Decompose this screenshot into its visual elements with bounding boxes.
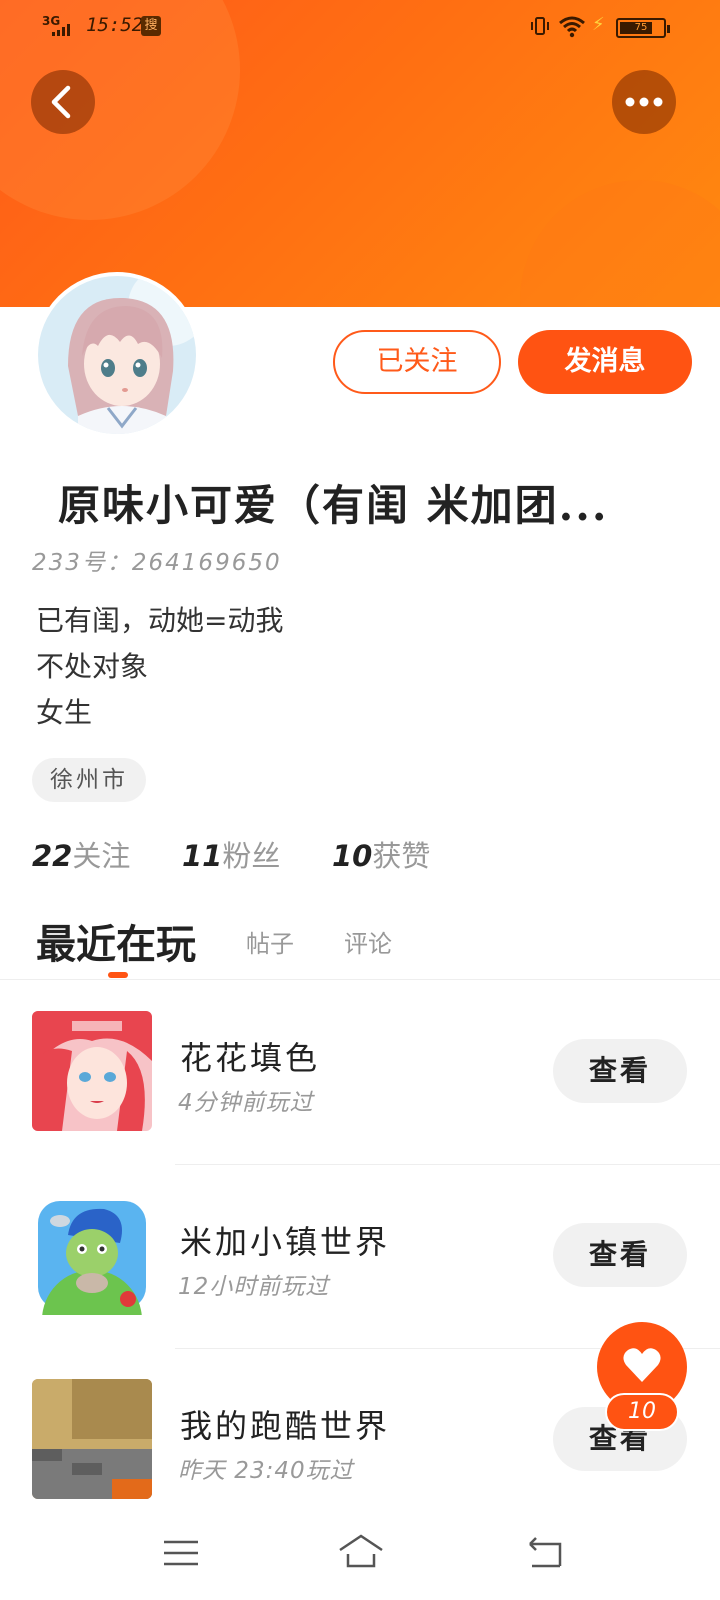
bio-line: 已有闺，动她=动我	[36, 604, 284, 637]
active-tab-indicator	[108, 972, 128, 978]
likes-label: 获赞	[372, 839, 431, 873]
heart-icon	[623, 1348, 661, 1382]
game-title: 米加小镇世界	[180, 1223, 391, 1261]
avatar-image	[38, 276, 196, 434]
last-played: 12小时前玩过	[178, 1274, 330, 1300]
following-stat[interactable]: 22关注	[32, 833, 130, 875]
parkour-world-thumbnail	[32, 1379, 152, 1499]
back-nav-icon[interactable]	[520, 1530, 570, 1576]
coloring-game-thumbnail	[32, 1011, 152, 1131]
more-button[interactable]	[612, 70, 676, 134]
like-count-badge: 10	[605, 1393, 679, 1431]
list-item[interactable]: 花花填色 4分钟前玩过 查看	[0, 981, 720, 1165]
clock: 15:52	[86, 14, 144, 36]
back-button[interactable]	[31, 70, 95, 134]
system-nav-bar	[0, 1510, 720, 1600]
followers-label: 粉丝	[222, 839, 281, 873]
signal-icon	[52, 24, 70, 36]
game-title: 我的跑酷世界	[180, 1407, 391, 1445]
view-button[interactable]: 查看	[553, 1223, 687, 1287]
battery-level: 75	[634, 22, 648, 33]
bio-line: 女生	[36, 696, 93, 729]
followers-stat[interactable]: 11粉丝	[182, 833, 280, 875]
avatar[interactable]	[34, 272, 200, 438]
following-count: 22	[32, 839, 73, 873]
game-title: 花花填色	[180, 1039, 321, 1077]
followed-button[interactable]: 已关注	[333, 330, 501, 394]
tab-posts[interactable]: 帖子	[246, 924, 294, 959]
location-tag: 徐州市	[32, 758, 146, 802]
bio-line: 不处对象	[36, 650, 149, 683]
tab-comments[interactable]: 评论	[344, 924, 392, 959]
likes-stat[interactable]: 10获赞	[332, 833, 430, 875]
send-message-button[interactable]: 发消息	[518, 330, 692, 394]
profile-stats: 22关注 11粉丝 10获赞	[32, 833, 672, 873]
likes-count: 10	[332, 839, 373, 873]
tab-recently-played[interactable]: 最近在玩	[36, 912, 196, 970]
profile-bio: 已有闺，动她=动我 不处对象 女生	[36, 598, 636, 736]
charging-icon: ⚡	[592, 14, 605, 35]
menu-icon[interactable]	[156, 1530, 206, 1576]
home-icon[interactable]	[336, 1530, 386, 1576]
wifi-icon	[559, 16, 585, 38]
battery-icon: 75	[616, 18, 670, 38]
last-played: 昨天 23:40玩过	[178, 1458, 354, 1484]
user-id: 233号：264169650	[32, 550, 282, 576]
town-world-thumbnail	[32, 1195, 152, 1315]
last-played: 4分钟前玩过	[178, 1090, 314, 1116]
banner-decoration	[520, 180, 720, 307]
chevron-left-icon	[51, 85, 71, 119]
view-button[interactable]: 查看	[553, 1039, 687, 1103]
profile-tabs: 最近在玩 帖子 评论	[0, 900, 720, 980]
following-label: 关注	[72, 839, 131, 873]
vibrate-icon	[531, 17, 549, 35]
list-item[interactable]: 米加小镇世界 12小时前玩过 查看	[0, 1165, 720, 1349]
status-bar: 3G 15:52 搜 ⚡ 75	[0, 0, 720, 54]
more-dots-icon	[625, 97, 663, 107]
followers-count: 11	[182, 839, 223, 873]
search-app-icon: 搜	[141, 16, 161, 36]
profile-name: 原味小可爱（有闺 米加团...	[58, 481, 609, 530]
